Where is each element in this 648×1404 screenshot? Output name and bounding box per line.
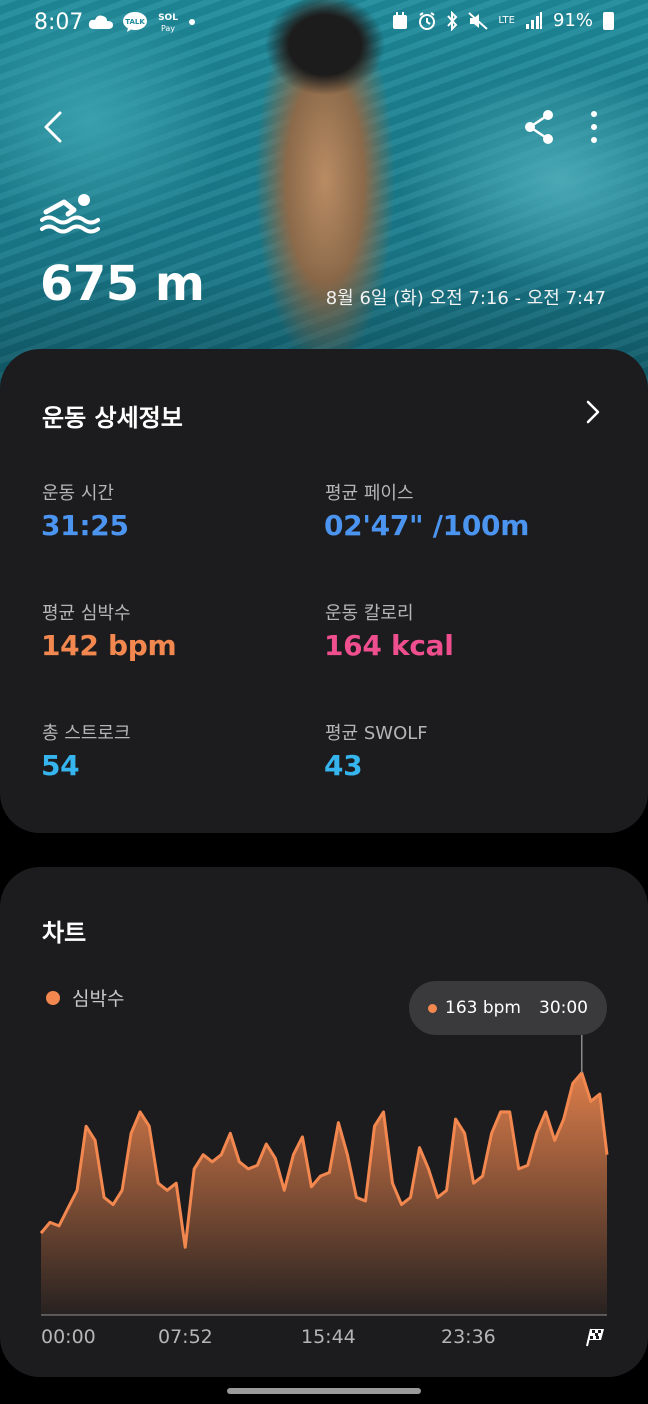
more-options-button[interactable] <box>580 105 608 149</box>
svg-text:Pay: Pay <box>161 24 175 33</box>
share-button[interactable] <box>520 105 560 149</box>
legend-label: 심박수 <box>72 988 125 1010</box>
tooltip-value: 163 bpm <box>445 998 521 1018</box>
sol-pay-icon: SOLPay <box>158 13 178 33</box>
home-indicator[interactable] <box>227 1388 421 1394</box>
status-time: 8:07 <box>34 10 84 35</box>
heart-rate-chart[interactable] <box>0 1030 648 1330</box>
bluetooth-icon <box>447 10 458 31</box>
distance-value: 675 m <box>40 256 205 312</box>
x-tick-label: 00:00 <box>41 1326 96 1348</box>
back-button[interactable] <box>36 105 76 149</box>
svg-text:SOL: SOL <box>158 13 178 23</box>
heart-rate-area <box>41 1072 607 1315</box>
legend-dot-icon <box>46 990 60 1005</box>
calories-value: 164 kcal <box>324 629 454 662</box>
status-bar: 8:07 TALK SOL Pay LTE 91% <box>0 0 648 50</box>
avg-heart-rate-label: 평균 심박수 <box>42 603 131 624</box>
mute-icon <box>468 11 489 30</box>
finish-flag-icon <box>586 1328 604 1347</box>
battery-percent: 91% <box>552 10 593 31</box>
avg-heart-rate-value: 142 bpm <box>41 629 177 662</box>
x-tick-label: 07:52 <box>158 1326 213 1348</box>
avg-pace-label: 평균 페이스 <box>325 483 414 504</box>
tooltip-dot-icon <box>428 1003 437 1013</box>
chart-title: 차트 <box>42 919 87 947</box>
lte-label: LTE <box>498 14 515 26</box>
avg-swolf-label: 평균 SWOLF <box>325 723 428 744</box>
avg-swolf-value: 43 <box>324 749 363 782</box>
cloud-icon <box>88 15 113 29</box>
dot-icon <box>189 19 195 25</box>
duration-label: 운동 시간 <box>42 483 114 504</box>
avg-pace-value: 02'47" /100m <box>324 509 530 542</box>
workout-date-range: 8월 6일 (화) 오전 7:16 - 오전 7:47 <box>325 288 606 309</box>
signal-icon <box>525 11 542 29</box>
duration-value: 31:25 <box>41 509 129 542</box>
calendar-icon <box>393 11 408 29</box>
chart-legend: 심박수 <box>46 984 124 1011</box>
svg-text:TALK: TALK <box>125 18 145 26</box>
total-strokes-value: 54 <box>41 749 80 782</box>
kakaotalk-icon: TALK <box>123 12 147 32</box>
tooltip-time: 30:00 <box>539 998 588 1018</box>
details-title: 운동 상세정보 <box>42 404 183 432</box>
chevron-right-icon[interactable] <box>578 398 608 428</box>
status-right-icons: LTE 91% <box>392 10 614 31</box>
battery-icon <box>603 11 614 30</box>
swimming-icon <box>40 194 100 234</box>
x-tick-label: 15:44 <box>301 1326 356 1348</box>
alarm-icon <box>419 11 436 30</box>
x-tick-label: 23:36 <box>441 1326 496 1348</box>
total-strokes-label: 총 스트로크 <box>42 723 131 744</box>
chart-tooltip: 163 bpm 30:00 <box>409 981 607 1035</box>
calories-label: 운동 칼로리 <box>325 603 414 624</box>
status-left-icons: TALK SOL Pay <box>88 10 196 34</box>
